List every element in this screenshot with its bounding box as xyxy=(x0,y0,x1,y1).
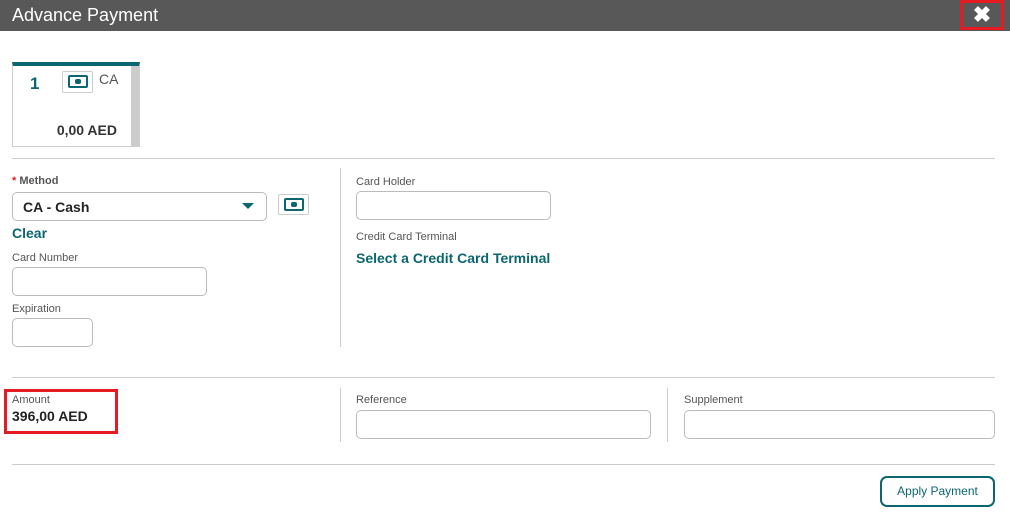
chevron-down-icon xyxy=(242,203,254,209)
amount-label: Amount xyxy=(12,394,50,406)
dialog-title: Advance Payment xyxy=(12,5,159,25)
supplement-input[interactable] xyxy=(684,410,995,439)
method-value: CA - Cash xyxy=(23,199,90,215)
divider xyxy=(667,388,668,442)
payment-amount: 0,00 AED xyxy=(56,122,117,138)
cash-icon xyxy=(68,75,88,88)
method-select[interactable]: CA - Cash xyxy=(12,192,267,221)
card-holder-label: Card Holder xyxy=(356,176,416,188)
supplement-label: Supplement xyxy=(684,394,743,406)
reference-label: Reference xyxy=(356,394,407,406)
divider xyxy=(12,377,995,378)
amount-value: 396,00 AED xyxy=(12,408,88,424)
divider xyxy=(340,168,341,347)
expiration-label: Expiration xyxy=(12,303,61,315)
expiration-input[interactable] xyxy=(12,318,93,347)
payment-number: 1 xyxy=(30,74,40,93)
card-holder-input[interactable] xyxy=(356,191,551,220)
close-button[interactable]: ✖ xyxy=(960,0,1004,30)
card-number-label: Card Number xyxy=(12,252,79,264)
cash-icon xyxy=(284,198,304,211)
terminal-label: Credit Card Terminal xyxy=(356,231,457,243)
apply-payment-button[interactable]: Apply Payment xyxy=(880,476,995,507)
payment-card[interactable]: 1 CA 0,00 AED xyxy=(12,62,140,147)
payment-code: CA xyxy=(99,71,119,87)
clear-link[interactable]: Clear xyxy=(12,225,47,241)
card-number-input[interactable] xyxy=(12,267,207,296)
method-label: * Method xyxy=(12,175,58,187)
method-label-text: Method xyxy=(19,175,59,187)
dialog-header: Advance Payment ✖ xyxy=(0,0,1010,31)
close-icon: ✖ xyxy=(972,2,992,27)
reference-input[interactable] xyxy=(356,410,651,439)
cash-method-button[interactable] xyxy=(278,194,309,215)
card-scrollbar xyxy=(131,66,139,146)
divider xyxy=(12,464,995,465)
divider xyxy=(12,158,995,159)
cash-icon-box xyxy=(62,71,93,93)
divider xyxy=(340,388,341,442)
required-marker: * xyxy=(12,175,17,187)
select-terminal-link[interactable]: Select a Credit Card Terminal xyxy=(356,250,550,266)
